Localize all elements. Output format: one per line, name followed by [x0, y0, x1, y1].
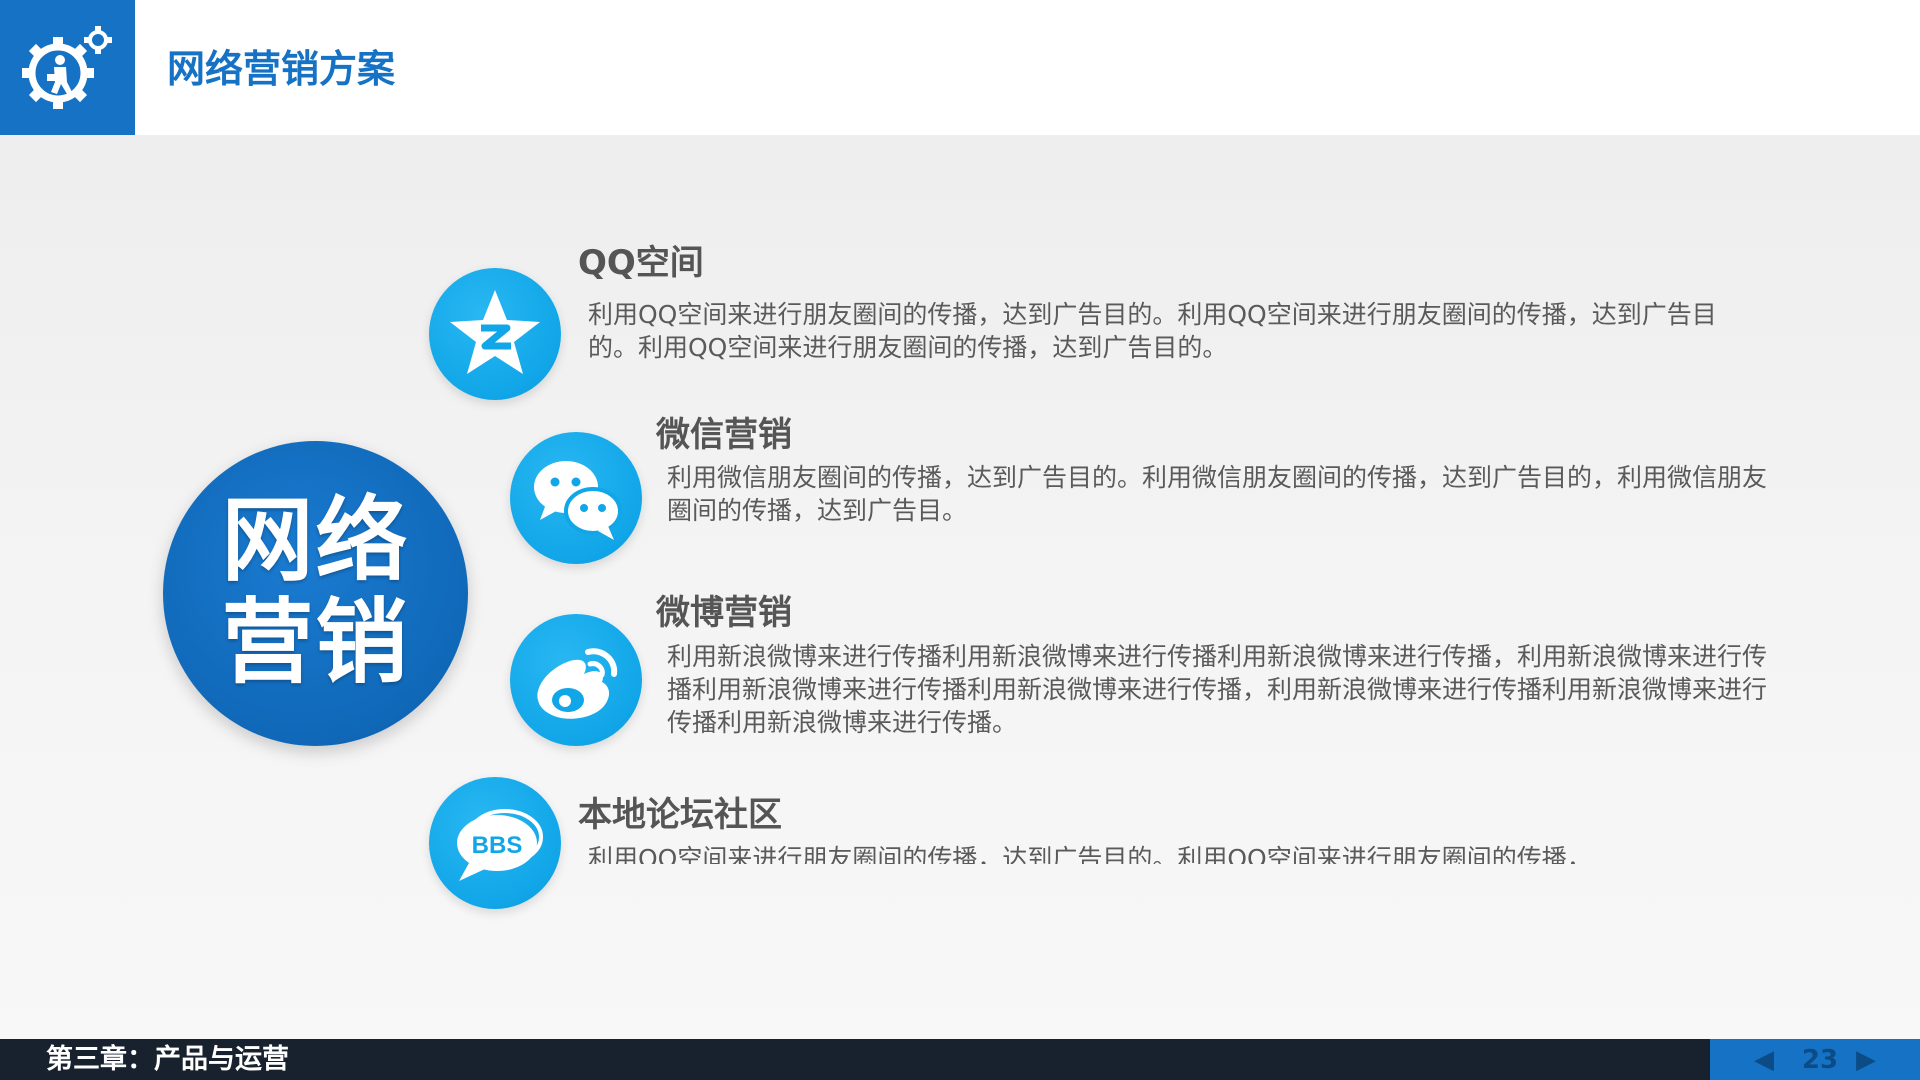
qzone-star-icon — [450, 290, 540, 374]
item-desc-bbs: 利用QQ空间来进行朋友圈间的传播，达到广告目的。利用QQ空间来进行朋友圈间的传播… — [588, 844, 1592, 864]
footer-bar: 第三章：产品与运营 — [0, 1039, 1920, 1080]
gear-person-icon — [22, 26, 112, 109]
triangle-right-icon[interactable]: ▶ — [1856, 1042, 1876, 1078]
wechat-circle — [510, 432, 642, 564]
item-title-bbs: 本地论坛社区 — [578, 795, 782, 835]
item-desc-weibo: 利用新浪微博来进行传播利用新浪微博来进行传播利用新浪微博来进行传播，利用新浪微博… — [667, 642, 1768, 737]
bbs-icon: BBS — [457, 809, 543, 881]
item-title-wechat: 微信营销 — [656, 415, 792, 455]
item-desc-bbs-clip: 利用QQ空间来进行朋友圈间的传播，达到广告目的。利用QQ空间来进行朋友圈间的传播… — [588, 842, 1718, 864]
center-circle-line2: 营销 — [221, 589, 410, 696]
bbs-circle: BBS — [429, 777, 561, 909]
pager: ◀ 23 ▶ — [1710, 1039, 1920, 1080]
slide: 网络营销方案 网络 营销 QQ空间 利用QQ空间来进行朋友圈间的传播，达到广告目… — [0, 0, 1920, 1080]
item-desc-wechat: 利用微信朋友圈间的传播，达到广告目的。利用微信朋友圈间的传播，达到广告目的，利用… — [667, 463, 1768, 525]
item-title-weibo: 微博营销 — [656, 593, 792, 633]
wechat-icon — [534, 461, 622, 540]
logo — [0, 0, 135, 135]
chapter-label: 第三章：产品与运营 — [46, 1044, 289, 1075]
triangle-left-icon[interactable]: ◀ — [1754, 1042, 1774, 1078]
item-desc-qzone: 利用QQ空间来进行朋友圈间的传播，达到广告目的。利用QQ空间来进行朋友圈间的传播… — [588, 300, 1717, 362]
header-bar: 网络营销方案 — [0, 0, 1920, 135]
qzone-circle — [429, 268, 561, 400]
page-number: 23 — [1801, 1045, 1839, 1075]
weibo-circle — [510, 614, 642, 746]
page-title: 网络营销方案 — [167, 47, 396, 91]
weibo-icon — [537, 648, 618, 719]
item-title-qzone: QQ空间 — [578, 243, 704, 283]
center-circle-line1: 网络 — [221, 487, 410, 594]
svg-text:BBS: BBS — [472, 832, 523, 859]
center-circle: 网络 营销 — [163, 441, 468, 746]
